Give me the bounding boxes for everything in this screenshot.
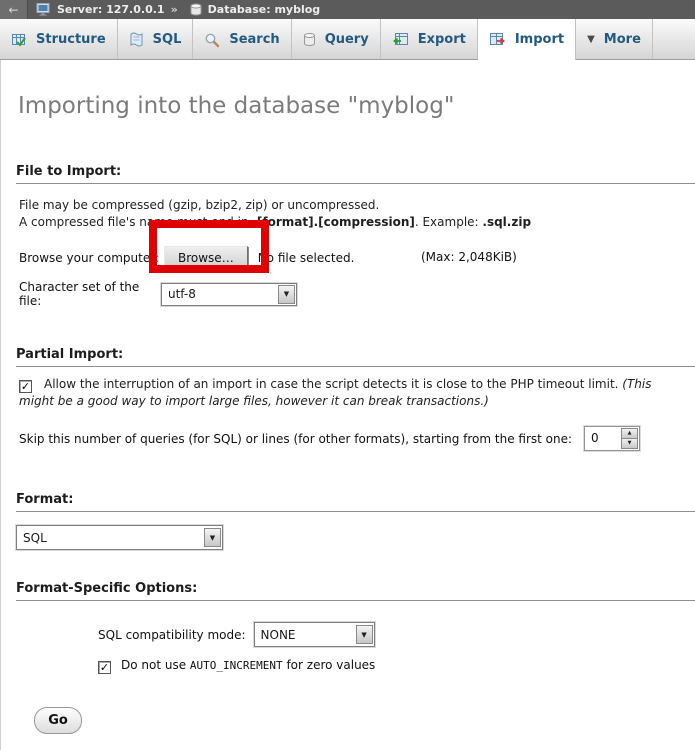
sql-compatibility-label: SQL compatibility mode: — [98, 628, 246, 642]
tab-label: Export — [418, 32, 466, 47]
skip-queries-label: Skip this number of queries (for SQL) or… — [19, 432, 572, 446]
sql-compatibility-select[interactable]: NONE ▼ — [254, 622, 375, 647]
tab-structure[interactable]: Structure — [0, 19, 118, 60]
tab-sql[interactable]: SQL — [118, 19, 194, 60]
browse-label: Browse your computer: — [19, 251, 164, 265]
compression-example: .sql.zip — [482, 215, 531, 229]
page-title: Importing into the database "myblog" — [1, 60, 695, 119]
tab-more[interactable]: ▼ More — [576, 19, 653, 60]
allow-interruption-checkbox[interactable]: ✓ — [19, 380, 32, 393]
charset-row: Character set of the file: utf-8 ▼ — [19, 280, 695, 308]
query-icon — [303, 32, 316, 47]
tabbar-filler — [653, 19, 695, 60]
auto-increment-label-prefix: Do not use — [121, 658, 190, 672]
breadcrumb-server[interactable]: Server: 127.0.0.1 — [57, 3, 165, 16]
browse-button[interactable]: Browse… — [164, 246, 248, 270]
section-heading-format: Format: — [16, 492, 695, 512]
format-compression-pattern: .[format].[compression] — [252, 215, 414, 229]
breadcrumb-bar: ← Server: 127.0.0.1 » Database: myblog — [0, 0, 695, 19]
auto-increment-row: ✓ Do not use AUTO_INCREMENT for zero valu… — [98, 658, 695, 674]
tab-label: Import — [515, 32, 564, 47]
compression-info-example-label: . Example: — [415, 215, 483, 229]
select-arrow-icon[interactable]: ▼ — [204, 528, 221, 547]
compression-info: File may be compressed (gzip, bzip2, zip… — [19, 197, 695, 231]
format-selected-value: SQL — [23, 531, 47, 545]
auto-increment-checkbox[interactable]: ✓ — [98, 661, 111, 674]
tab-label: Query — [325, 32, 369, 47]
file-upload-row: Browse your computer: Browse… No file se… — [19, 245, 695, 271]
section-heading-format-specific: Format-Specific Options: — [16, 581, 695, 601]
tab-import[interactable]: Import — [478, 19, 576, 60]
tab-export[interactable]: Export — [381, 19, 478, 60]
skip-queries-input[interactable]: 0 ▲ ▼ — [584, 426, 640, 451]
skip-queries-value: 0 — [585, 427, 620, 450]
search-icon — [204, 32, 220, 48]
tab-label: Search — [229, 32, 279, 47]
spinner-up-button[interactable]: ▲ — [621, 428, 638, 439]
sql-compatibility-row: SQL compatibility mode: NONE ▼ — [98, 622, 695, 647]
skip-queries-row: Skip this number of queries (for SQL) or… — [19, 426, 695, 451]
compression-info-line2: A compressed file's name must end in — [19, 215, 252, 229]
breadcrumb-separator: » — [171, 3, 178, 16]
spinner-down-button[interactable]: ▼ — [621, 439, 638, 449]
auto-increment-label-suffix: for zero values — [283, 658, 376, 672]
allow-interruption-label: Allow the interruption of an import in c… — [44, 377, 622, 391]
sql-compatibility-value: NONE — [261, 628, 296, 642]
compression-info-line1: File may be compressed (gzip, bzip2, zip… — [19, 198, 379, 212]
max-upload-size: (Max: 2,048KiB) — [421, 250, 517, 264]
page-content: Importing into the database "myblog" Fil… — [0, 60, 695, 750]
more-chevron-icon: ▼ — [587, 34, 595, 45]
sql-icon — [129, 32, 144, 48]
format-select[interactable]: SQL ▼ — [16, 525, 223, 550]
server-icon — [36, 3, 51, 16]
tab-query[interactable]: Query — [292, 19, 381, 60]
select-arrow-icon[interactable]: ▼ — [356, 625, 373, 644]
breadcrumb-database[interactable]: Database: myblog — [208, 3, 320, 16]
back-arrow-icon: ← — [8, 3, 18, 17]
tab-label: More — [604, 32, 641, 47]
tab-bar: Structure SQL Search Query — [0, 19, 695, 60]
back-button[interactable]: ← — [0, 0, 28, 19]
allow-interruption-row: ✓ Allow the interruption of an import in … — [19, 376, 680, 410]
export-icon — [392, 32, 409, 48]
tab-label: Structure — [36, 32, 106, 47]
charset-label: Character set of the file: — [19, 280, 161, 308]
no-file-selected-text: No file selected. — [258, 251, 355, 265]
charset-select[interactable]: utf-8 ▼ — [161, 283, 297, 306]
structure-icon — [11, 32, 27, 48]
select-arrow-icon[interactable]: ▼ — [278, 285, 295, 304]
go-button[interactable]: Go — [34, 707, 82, 734]
section-heading-file-to-import: File to Import: — [16, 164, 695, 184]
charset-selected-value: utf-8 — [168, 287, 196, 301]
section-heading-partial-import: Partial Import: — [16, 347, 695, 367]
tab-label: SQL — [153, 32, 182, 47]
tab-search[interactable]: Search — [193, 19, 291, 60]
auto-increment-keyword: AUTO_INCREMENT — [190, 659, 283, 672]
database-icon — [190, 3, 202, 16]
import-icon — [489, 32, 506, 48]
